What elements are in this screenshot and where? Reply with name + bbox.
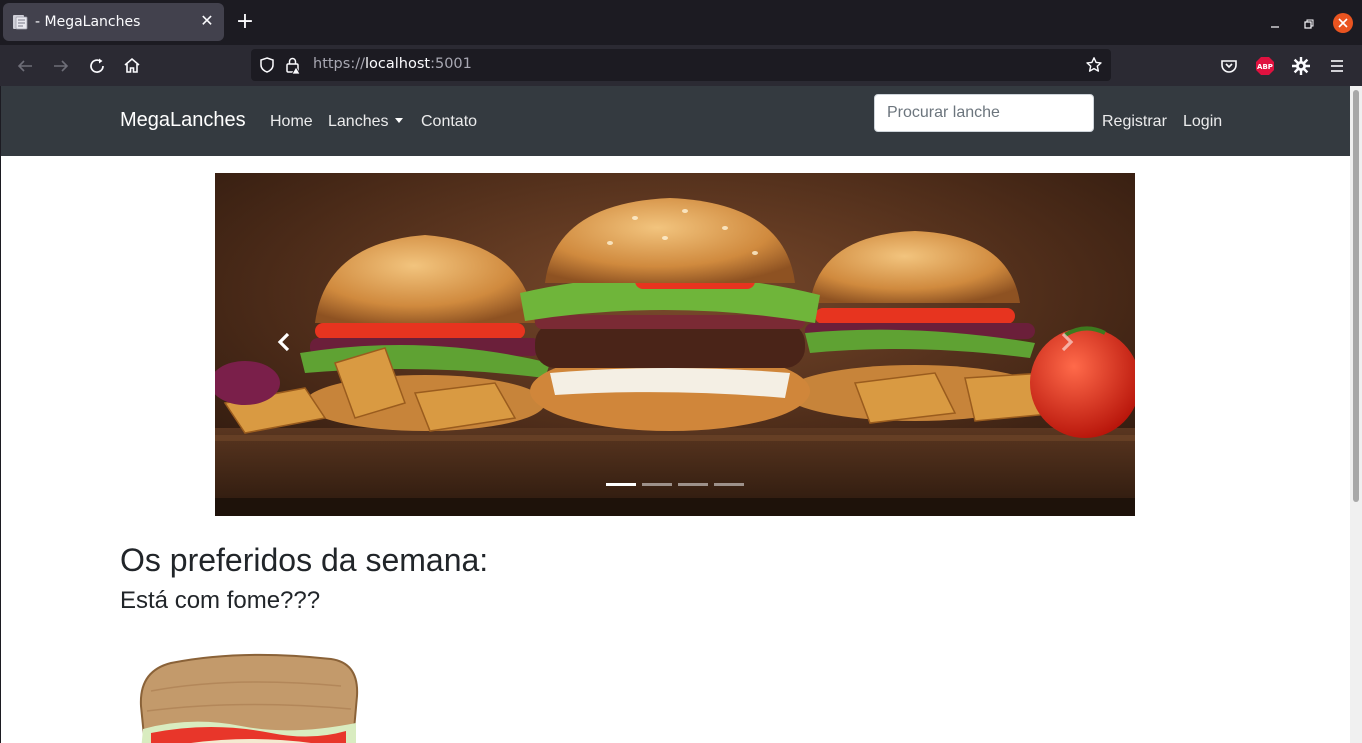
carousel-prev-icon[interactable] xyxy=(273,330,297,354)
search-input[interactable] xyxy=(874,94,1094,132)
carousel-indicator[interactable] xyxy=(642,483,672,486)
page-scrollbar[interactable] xyxy=(1350,86,1362,743)
nav-contato[interactable]: Contato xyxy=(421,113,477,131)
adblock-plus-icon[interactable]: ABP xyxy=(1253,54,1277,78)
browser-toolbar: https://localhost:5001 ABP xyxy=(0,45,1362,86)
back-icon[interactable] xyxy=(13,54,37,78)
close-window-button[interactable] xyxy=(1333,13,1353,33)
carousel-indicator[interactable] xyxy=(606,483,636,486)
url-scheme: https:// xyxy=(313,56,365,72)
svg-text:ABP: ABP xyxy=(1257,63,1273,71)
chevron-down-icon xyxy=(394,118,403,123)
menu-icon[interactable] xyxy=(1325,54,1349,78)
extension-gear-icon[interactable] xyxy=(1289,54,1313,78)
reload-icon[interactable] xyxy=(85,54,109,78)
section-subtitle: Está com fome??? xyxy=(120,587,321,614)
page-icon xyxy=(13,15,28,30)
home-icon[interactable] xyxy=(120,54,144,78)
site-navbar: MegaLanches Home Lanches Contato Registr… xyxy=(1,86,1350,156)
carousel-indicator[interactable] xyxy=(714,483,744,486)
url-host: localhost xyxy=(364,56,431,72)
url-text[interactable]: https://localhost:5001 xyxy=(313,56,472,72)
pocket-icon[interactable] xyxy=(1217,54,1241,78)
login-link[interactable]: Login xyxy=(1183,113,1222,131)
url-port: :5001 xyxy=(430,56,472,72)
restore-button[interactable] xyxy=(1298,14,1318,34)
section-title: Os preferidos da semana: xyxy=(120,542,489,578)
nav-lanches-label: Lanches xyxy=(328,113,389,130)
tab-bar: - MegaLanches ✕ + xyxy=(0,0,1362,45)
forward-icon[interactable] xyxy=(49,54,73,78)
browser-tab[interactable]: - MegaLanches ✕ xyxy=(3,3,224,41)
minimize-button[interactable] xyxy=(1265,14,1285,34)
hero-carousel[interactable] xyxy=(215,173,1135,516)
url-bar[interactable]: https://localhost:5001 xyxy=(251,49,1111,81)
new-tab-button[interactable]: + xyxy=(234,11,256,34)
close-tab-icon[interactable]: ✕ xyxy=(199,12,215,30)
scrollbar-thumb[interactable] xyxy=(1353,90,1359,502)
brand-link[interactable]: MegaLanches xyxy=(120,109,246,132)
carousel-next-icon[interactable] xyxy=(1054,330,1078,354)
nav-home[interactable]: Home xyxy=(270,113,313,131)
tab-title: - MegaLanches xyxy=(35,14,141,30)
shield-icon[interactable] xyxy=(258,56,276,74)
carousel-indicators xyxy=(215,471,1135,490)
minimize-icon xyxy=(1271,26,1279,28)
lock-icon[interactable] xyxy=(284,55,302,75)
registrar-link[interactable]: Registrar xyxy=(1102,113,1167,131)
carousel-burger-image xyxy=(215,173,1135,516)
nav-lanches-dropdown[interactable]: Lanches xyxy=(328,113,403,131)
sandwich-image[interactable] xyxy=(131,651,363,743)
carousel-indicator[interactable] xyxy=(678,483,708,486)
bookmark-star-icon[interactable] xyxy=(1085,56,1103,74)
close-window-icon xyxy=(1338,18,1348,28)
page-viewport: MegaLanches Home Lanches Contato Registr… xyxy=(1,86,1350,743)
restore-icon xyxy=(1304,19,1314,29)
